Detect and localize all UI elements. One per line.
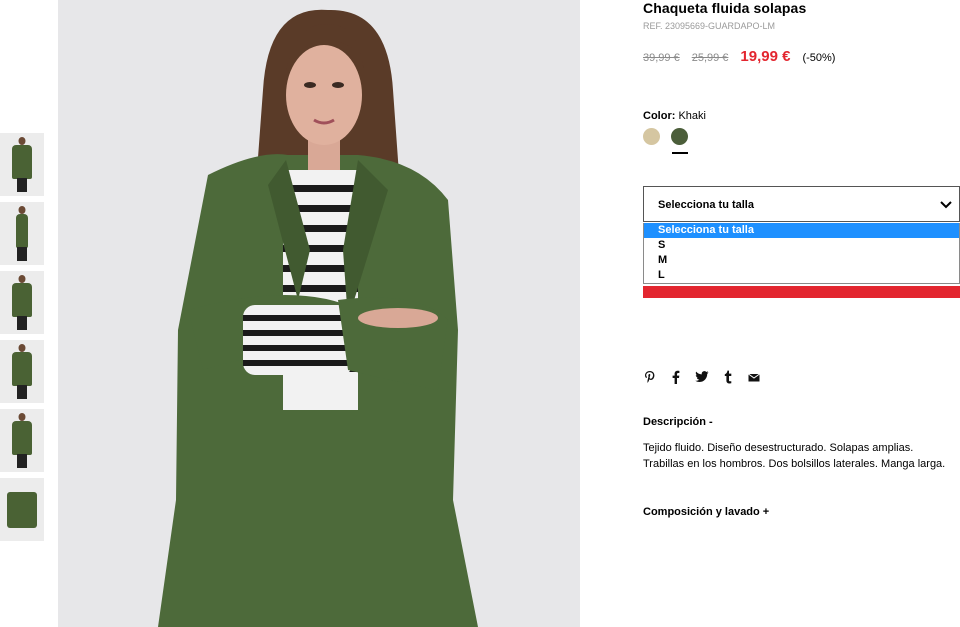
thumbnail-4[interactable] [0, 340, 44, 403]
thumbnail-2[interactable] [0, 202, 44, 265]
thumbnail-6[interactable] [0, 478, 44, 541]
size-option-s[interactable]: S [644, 238, 959, 253]
description-text: Tejido fluido. Diseño desestructurado. S… [643, 440, 960, 472]
thumbnail-figure [12, 145, 32, 179]
thumbnail-figure [17, 247, 27, 261]
thumbnail-1[interactable] [0, 133, 44, 196]
color-swatches [643, 128, 699, 154]
price-previous: 25,99 € [691, 52, 729, 64]
share-icons [643, 370, 773, 384]
composition-heading[interactable]: Composición y lavado + [643, 506, 769, 518]
thumbnail-figure [17, 454, 27, 468]
size-select-label: Selecciona tu talla [658, 199, 754, 211]
thumbnail-figure [18, 206, 26, 214]
color-label-row: Color: Khaki [643, 110, 706, 122]
size-option-l[interactable]: L [644, 268, 959, 283]
tumblr-icon[interactable] [721, 370, 735, 384]
thumbnail-figure [18, 137, 26, 145]
model-illustration [158, 9, 478, 627]
thumbnail-figure [7, 492, 37, 528]
price-original: 39,99 € [643, 52, 680, 64]
color-swatch-khaki[interactable] [671, 128, 688, 154]
thumbnail-figure [12, 283, 32, 317]
thumbnail-figure [12, 421, 32, 455]
description-line: Trabillas en los hombros. Dos bolsillos … [643, 458, 946, 470]
thumbnail-figure [18, 275, 26, 283]
size-option-m[interactable]: M [644, 253, 959, 268]
thumbnail-figure [12, 352, 32, 386]
email-icon[interactable] [747, 370, 761, 384]
facebook-icon[interactable] [669, 370, 683, 384]
twitter-icon[interactable] [695, 370, 709, 384]
description-heading[interactable]: Descripción - [643, 416, 713, 428]
thumbnail-figure [17, 385, 27, 399]
thumbnail-5[interactable] [0, 409, 44, 472]
thumbnail-figure [17, 178, 27, 192]
color-value: Khaki [678, 110, 706, 122]
product-title: Chaqueta fluida solapas [643, 0, 807, 16]
add-to-cart-bar[interactable] [643, 286, 960, 298]
pinterest-icon[interactable] [643, 370, 657, 384]
size-select[interactable]: Selecciona tu talla [643, 186, 960, 222]
color-swatch-beige[interactable] [643, 128, 660, 145]
color-label: Color: [643, 110, 676, 122]
thumbnail-list [0, 133, 44, 547]
thumbnail-figure [16, 214, 28, 248]
size-dropdown-list: Selecciona tu talla S M L [643, 223, 960, 284]
price-row: 39,99 € 25,99 € 19,99 € (-50%) [643, 48, 835, 65]
product-reference: REF. 23095669-GUARDAPO-LM [643, 21, 776, 31]
thumbnail-figure [18, 344, 26, 352]
thumbnail-figure [18, 413, 26, 421]
thumbnail-3[interactable] [0, 271, 44, 334]
chevron-down-icon [940, 201, 952, 209]
product-main-image[interactable] [58, 0, 580, 627]
price-sale: 19,99 € [740, 48, 791, 65]
discount-badge: (-50%) [802, 52, 836, 64]
size-option-placeholder[interactable]: Selecciona tu talla [644, 223, 959, 238]
description-line: Tejido fluido. Diseño desestructurado. S… [643, 442, 914, 454]
thumbnail-figure [17, 316, 27, 330]
